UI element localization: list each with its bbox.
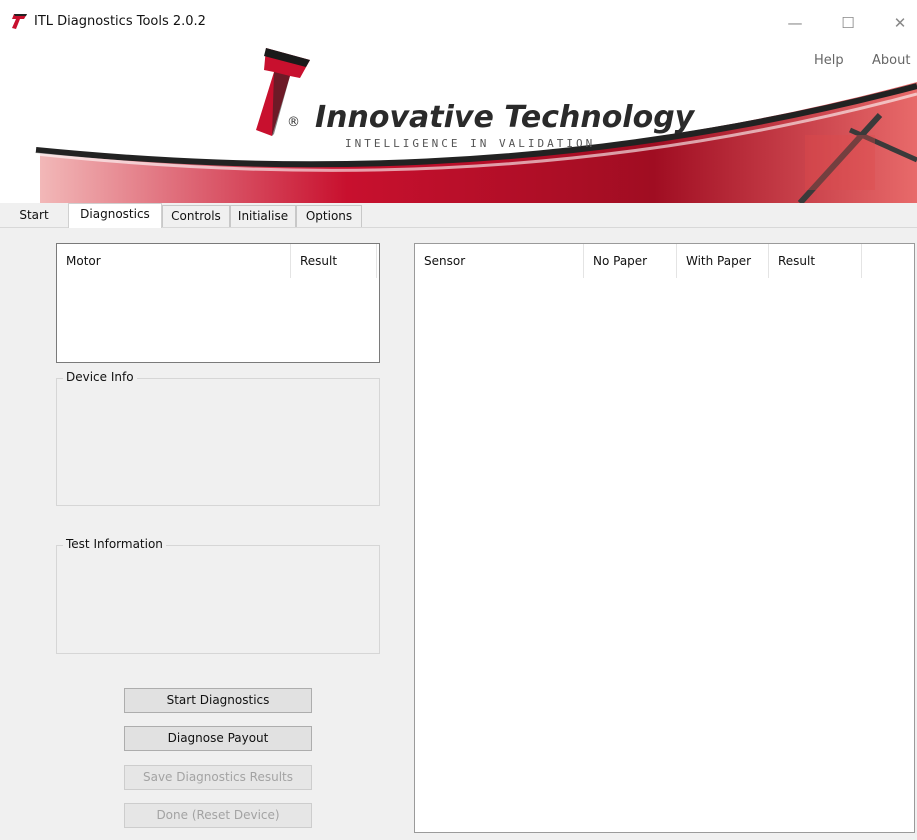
column-result[interactable]: Result xyxy=(291,244,377,278)
start-diagnostics-button[interactable]: Start Diagnostics xyxy=(124,688,312,713)
diagnose-payout-button[interactable]: Diagnose Payout xyxy=(124,726,312,751)
tab-options[interactable]: Options xyxy=(296,205,362,227)
column-motor[interactable]: Motor xyxy=(57,244,291,278)
brand-tagline: INTELLIGENCE IN VALIDATION xyxy=(345,137,596,150)
tab-start[interactable]: Start xyxy=(8,205,60,226)
itl-logo-icon xyxy=(256,48,310,136)
help-menu[interactable]: Help xyxy=(814,53,844,68)
tab-initialise[interactable]: Initialise xyxy=(230,205,296,227)
window-title: ITL Diagnostics Tools 2.0.2 xyxy=(34,14,206,29)
tab-controls[interactable]: Controls xyxy=(162,205,230,227)
maximize-button[interactable]: ☐ xyxy=(828,8,868,38)
column-with-paper[interactable]: With Paper xyxy=(677,244,769,278)
tab-diagnostics[interactable]: Diagnostics xyxy=(68,203,162,228)
motor-table[interactable]: Motor Result xyxy=(56,243,380,363)
title-bar: ITL Diagnostics Tools 2.0.2 — ☐ ✕ xyxy=(0,0,917,40)
minimize-button[interactable]: — xyxy=(775,8,815,38)
done-reset-device-button: Done (Reset Device) xyxy=(124,803,312,828)
device-info-group: Device Info xyxy=(56,370,380,506)
brand-name: Innovative Technology xyxy=(315,100,695,135)
column-no-paper[interactable]: No Paper xyxy=(584,244,677,278)
test-information-label: Test Information xyxy=(63,537,166,551)
sensor-table[interactable]: Sensor No Paper With Paper Result xyxy=(414,243,915,833)
registered-mark: ® xyxy=(287,115,300,130)
header-banner: Help About ® Innovative Technology INTEL… xyxy=(0,40,917,203)
app-icon xyxy=(12,14,27,29)
test-information-group: Test Information xyxy=(56,537,380,654)
device-info-label: Device Info xyxy=(63,370,137,384)
tab-bar: Start Diagnostics Controls Initialise Op… xyxy=(0,203,917,228)
about-menu[interactable]: About xyxy=(872,53,910,68)
save-diagnostics-results-button: Save Diagnostics Results xyxy=(124,765,312,790)
close-button[interactable]: ✕ xyxy=(880,8,917,38)
column-sensor-result[interactable]: Result xyxy=(769,244,862,278)
column-sensor[interactable]: Sensor xyxy=(415,244,584,278)
app-window: ITL Diagnostics Tools 2.0.2 — ☐ ✕ Help A… xyxy=(0,0,917,840)
